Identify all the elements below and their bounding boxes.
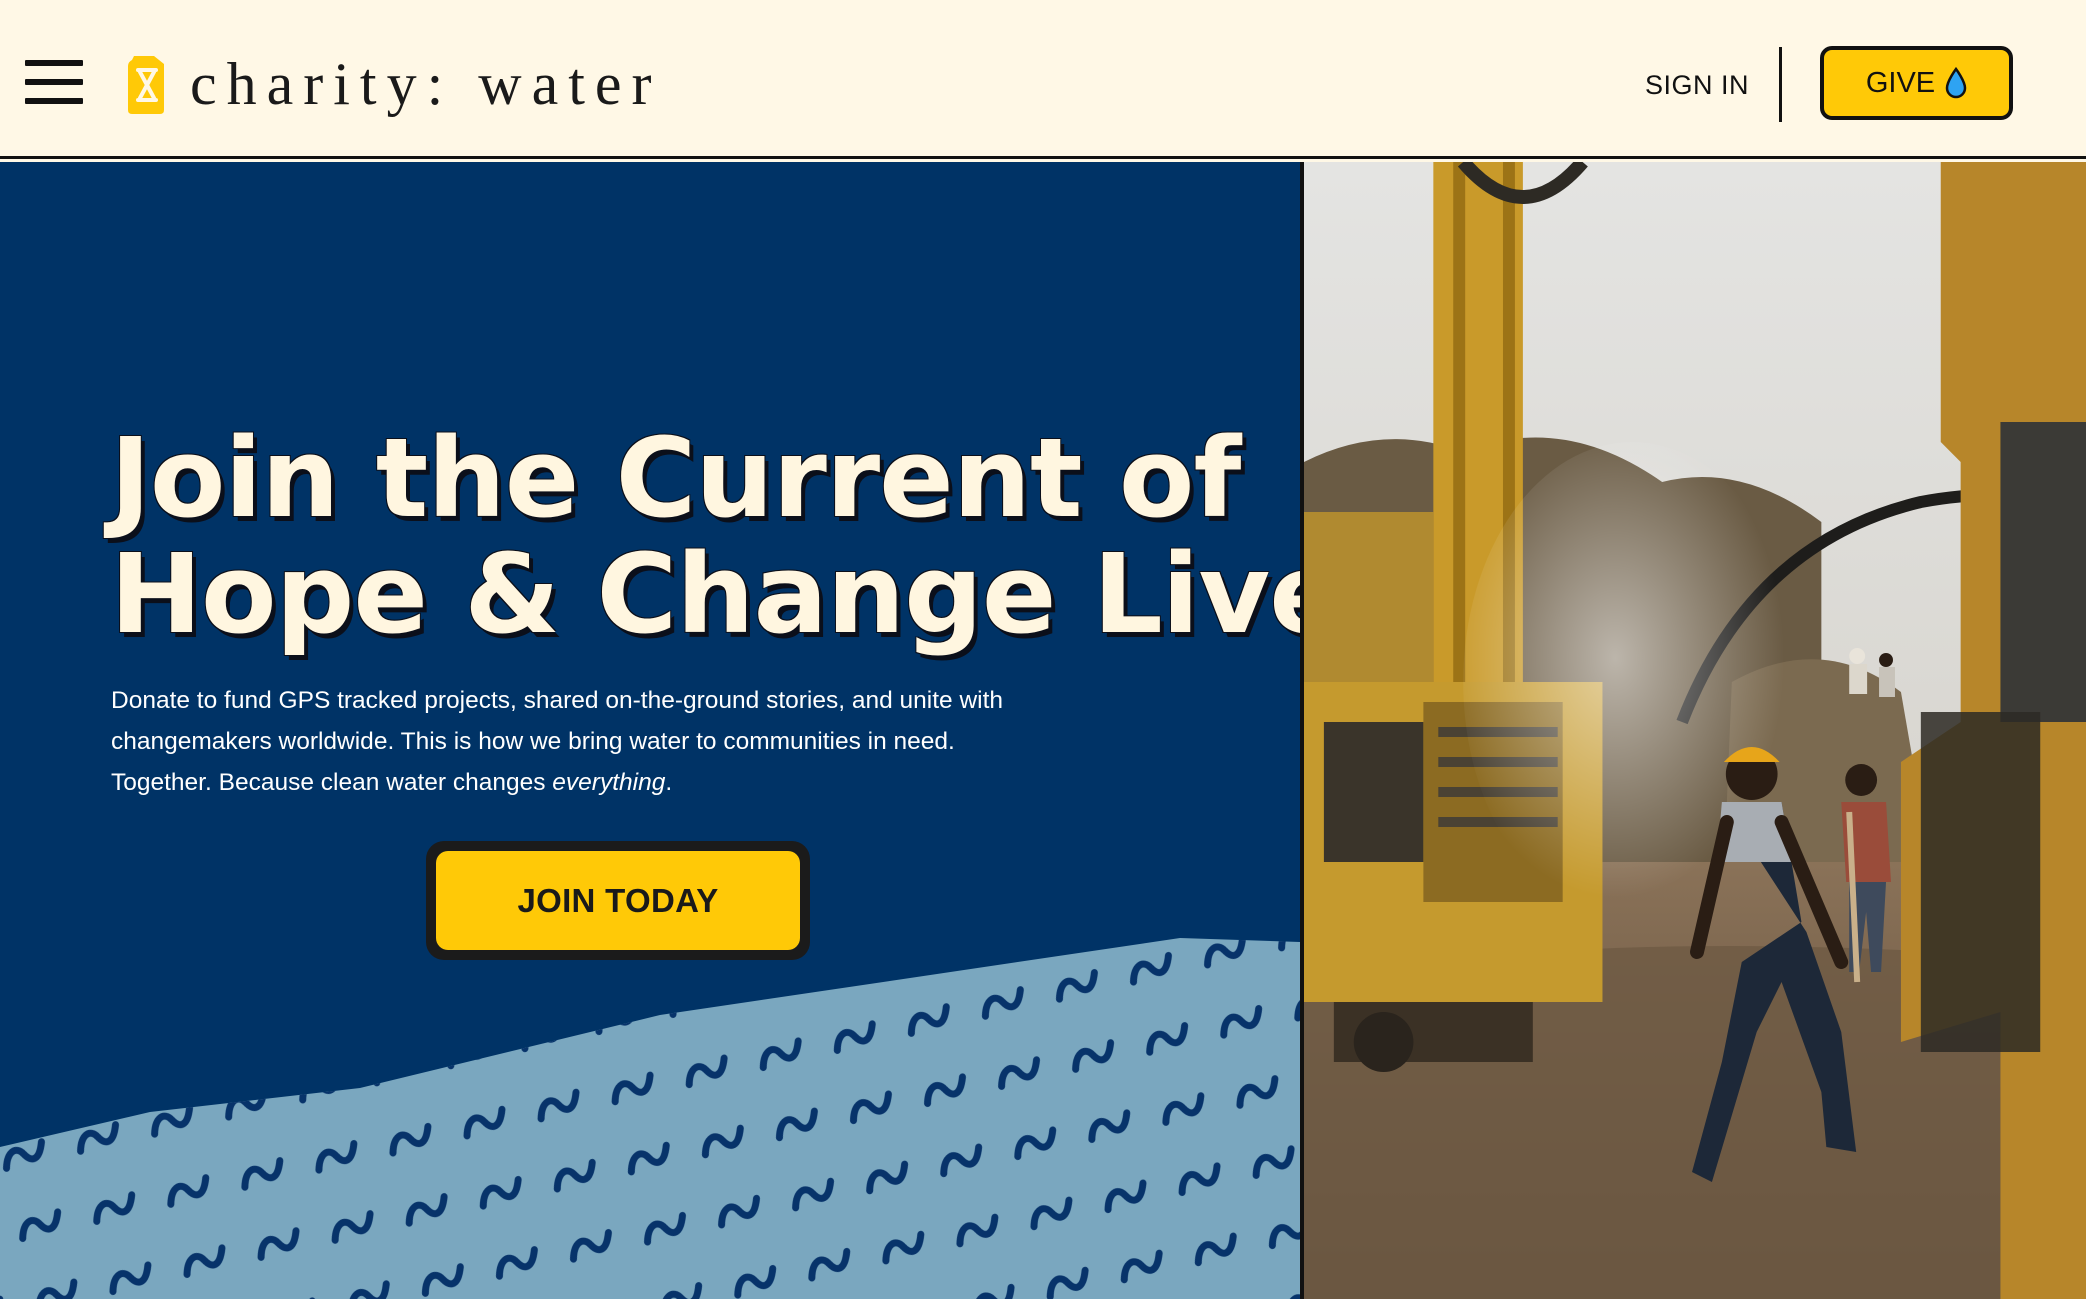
- hero-description: Donate to fund GPS tracked projects, sha…: [111, 680, 1011, 803]
- hero-section: Join the Current of Hope & Change Lives …: [0, 162, 1300, 1299]
- logo-wordmark: charity: water: [190, 51, 662, 117]
- water-drop-icon: [1945, 67, 1967, 99]
- hero-headline-line-1: Join the Current of: [110, 414, 1241, 542]
- header-divider: [1779, 47, 1782, 122]
- site-header: charity: water SIGN IN GIVE: [0, 0, 2086, 159]
- hero-headline: Join the Current of Hope & Change Lives: [110, 420, 1300, 652]
- hero-headline-line-2: Hope & Change Lives: [110, 530, 1300, 658]
- jerry-can-icon: [128, 56, 164, 114]
- drilling-rig-workers-photo: [1300, 162, 2086, 1299]
- hero-description-end: .: [665, 769, 673, 796]
- give-button[interactable]: GIVE: [1820, 46, 2013, 120]
- join-today-button-frame: JOIN TODAY: [426, 841, 810, 960]
- hero-photo-illustration: [1304, 162, 2086, 1299]
- give-button-label: GIVE: [1865, 66, 1936, 99]
- sign-in-link[interactable]: SIGN IN: [1645, 70, 1749, 101]
- join-today-button[interactable]: JOIN TODAY: [436, 851, 800, 950]
- charity-water-logo[interactable]: charity: water: [124, 52, 662, 116]
- hamburger-menu-icon[interactable]: [25, 60, 83, 104]
- hero-description-emphasis: everything: [552, 769, 666, 796]
